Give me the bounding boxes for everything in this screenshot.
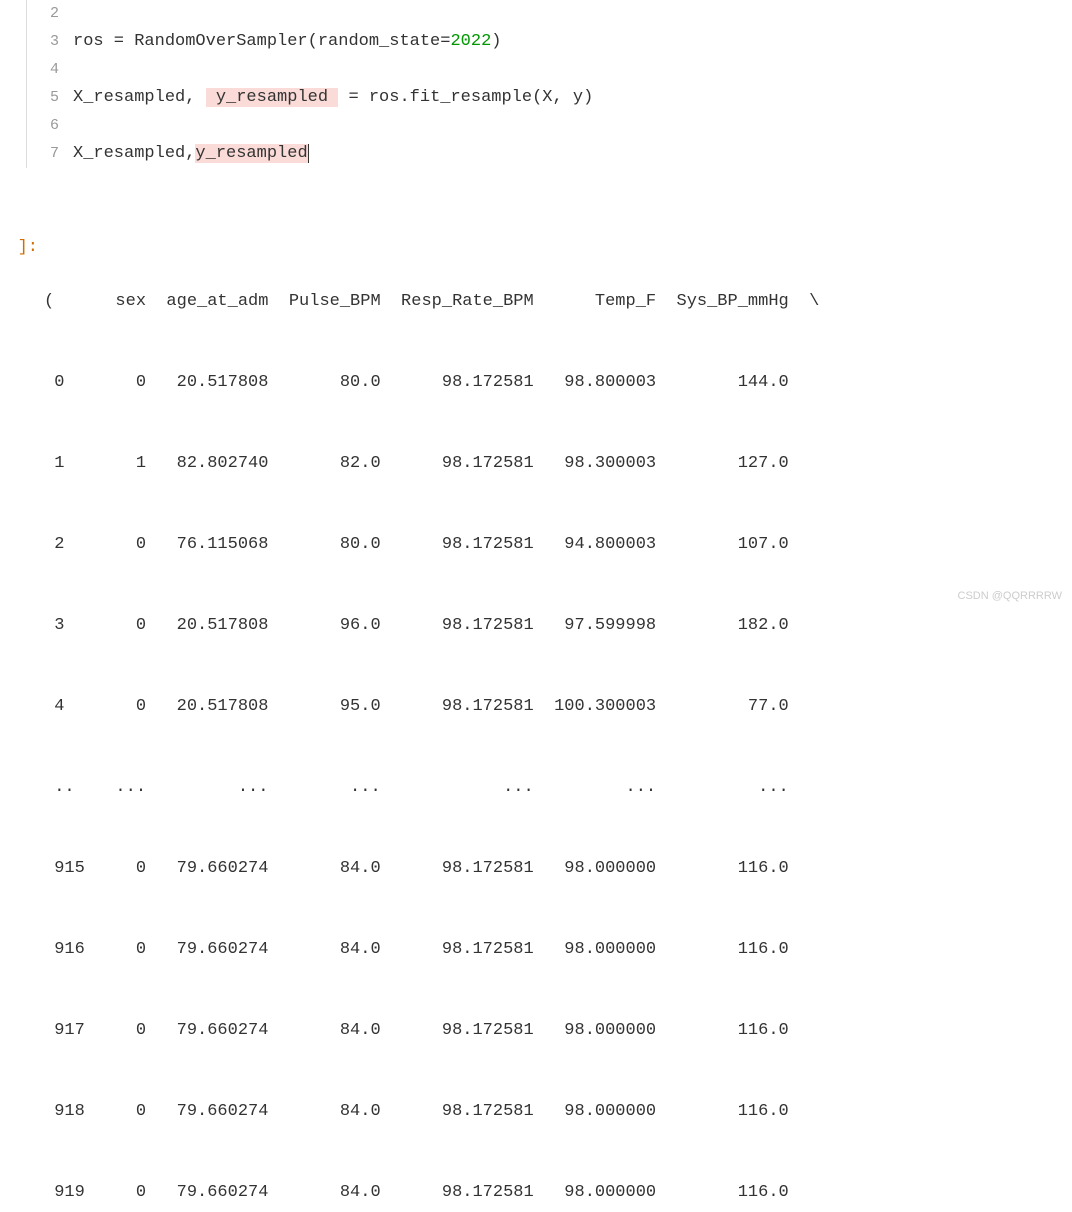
line-number: 3 [27,28,73,56]
code-line-2[interactable]: 2 [27,0,1072,28]
dataframe-row: 918 0 79.660274 84.0 98.172581 98.000000… [44,1098,819,1125]
highlight-cursor: y_resampled [195,144,308,163]
line-number: 5 [27,84,73,112]
code-line-4[interactable]: 4 [27,56,1072,84]
line-number: 7 [27,140,73,168]
dataframe-row: 4 0 20.517808 95.0 98.172581 100.300003 … [44,693,819,720]
code-text: X_resampled, y_resampled = ros.fit_resam… [73,84,593,112]
code-line-6[interactable]: 6 [27,112,1072,140]
number-literal: 2022 [450,32,491,51]
code-line-3[interactable]: 3 ros = RandomOverSampler(random_state=2… [27,28,1072,56]
dataframe-row: 917 0 79.660274 84.0 98.172581 98.000000… [44,1017,819,1044]
dataframe-row: .. ... ... ... ... ... ... [44,774,819,801]
dataframe-row: 916 0 79.660274 84.0 98.172581 98.000000… [44,936,819,963]
code-cell[interactable]: 2 3 ros = RandomOverSampler(random_state… [26,0,1072,168]
highlight: y_resampled [206,88,339,107]
code-line-7[interactable]: 7 X_resampled,y_resampled [27,140,1072,168]
dataframe-row: 2 0 76.115068 80.0 98.172581 94.800003 1… [44,531,819,558]
code-text: X_resampled,y_resampled [73,140,309,168]
dataframe-row: 0 0 20.517808 80.0 98.172581 98.800003 1… [44,369,819,396]
output-body: ( sex age_at_adm Pulse_BPM Resp_Rate_BPM… [44,234,819,1212]
line-number: 6 [27,112,73,140]
dataframe-header: ( sex age_at_adm Pulse_BPM Resp_Rate_BPM… [44,288,819,315]
dataframe-row: 919 0 79.660274 84.0 98.172581 98.000000… [44,1179,819,1206]
dataframe-row: 915 0 79.660274 84.0 98.172581 98.000000… [44,855,819,882]
dataframe-row: 3 0 20.517808 96.0 98.172581 97.599998 1… [44,612,819,639]
output-label: ]: [18,238,38,257]
code-line-5[interactable]: 5 X_resampled, y_resampled = ros.fit_res… [27,84,1072,112]
watermark: CSDN @QQRRRRW [958,590,1062,602]
line-number: 2 [27,0,73,28]
line-number: 4 [27,56,73,84]
output-cell: ]: ( sex age_at_adm Pulse_BPM Resp_Rate_… [0,180,1072,1212]
dataframe-row: 1 1 82.802740 82.0 98.172581 98.300003 1… [44,450,819,477]
code-text: ros = RandomOverSampler(random_state=202… [73,28,501,56]
